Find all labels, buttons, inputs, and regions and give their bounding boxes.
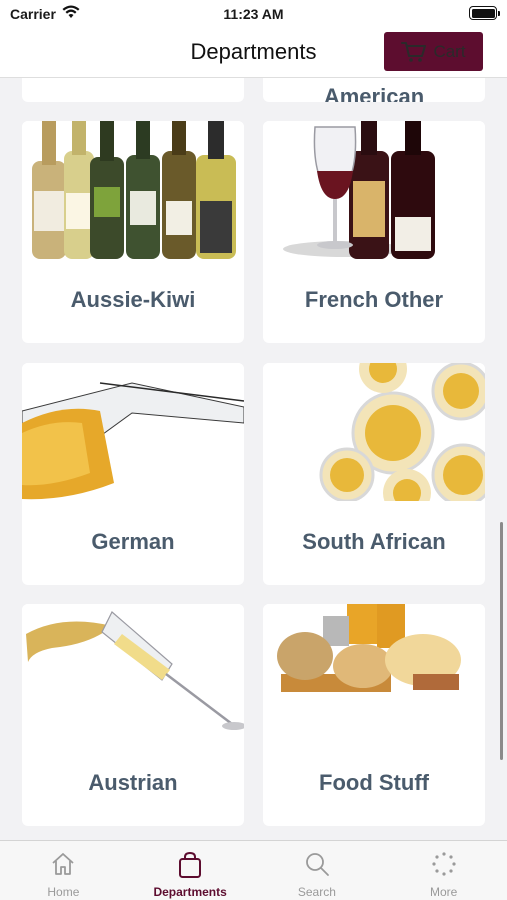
white-wine-bottles-image bbox=[22, 121, 244, 259]
tab-label: Home bbox=[47, 885, 80, 899]
tab-search[interactable]: Search bbox=[254, 841, 381, 900]
tab-bar: Home Departments Search More bbox=[0, 840, 507, 900]
navigation-bar: Departments Cart bbox=[0, 28, 507, 78]
battery-icon bbox=[469, 6, 500, 20]
search-icon bbox=[305, 853, 329, 876]
department-card-food-stuff[interactable]: Food Stuff bbox=[263, 604, 485, 826]
department-label: German bbox=[91, 529, 175, 554]
more-icon bbox=[432, 852, 456, 876]
cart-icon bbox=[401, 41, 427, 62]
department-card-german[interactable]: German bbox=[22, 363, 244, 585]
department-card-aussie-kiwi[interactable]: Aussie-Kiwi bbox=[22, 121, 244, 343]
bag-icon bbox=[179, 851, 202, 878]
tab-home[interactable]: Home bbox=[0, 841, 127, 900]
tab-label: Departments bbox=[153, 885, 227, 899]
white-wine-glass-pour-image bbox=[22, 363, 244, 501]
scroll-indicator[interactable] bbox=[500, 522, 503, 760]
tab-departments[interactable]: Departments bbox=[127, 841, 254, 900]
department-label: South African bbox=[302, 529, 446, 554]
cart-button[interactable]: Cart bbox=[384, 32, 483, 71]
department-label: Aussie-Kiwi bbox=[70, 287, 196, 312]
department-label: Austrian bbox=[88, 770, 178, 795]
department-card-austrian[interactable]: Austrian bbox=[22, 604, 244, 826]
department-card-french-other[interactable]: French Other bbox=[263, 121, 485, 343]
home-icon bbox=[52, 853, 74, 875]
departments-grid: American Aussie-Kiwi French Other German… bbox=[0, 0, 507, 840]
white-wine-glasses-topview-image bbox=[263, 363, 485, 501]
tab-label: Search bbox=[297, 885, 336, 899]
department-label: American bbox=[323, 84, 425, 102]
champagne-glass-splash-image bbox=[22, 604, 244, 742]
status-time: 11:23 AM bbox=[223, 6, 284, 22]
department-label: French Other bbox=[304, 287, 444, 312]
department-card-south-african[interactable]: South African bbox=[263, 363, 485, 585]
red-wine-bottles-glass-image bbox=[263, 121, 485, 259]
department-label: Food Stuff bbox=[319, 770, 429, 795]
status-bar: Carrier 11:23 AM bbox=[0, 0, 507, 28]
tab-more[interactable]: More bbox=[380, 841, 507, 900]
tab-label: More bbox=[429, 885, 458, 899]
cart-label: Cart bbox=[433, 41, 466, 61]
pasta-groceries-image bbox=[263, 604, 485, 742]
